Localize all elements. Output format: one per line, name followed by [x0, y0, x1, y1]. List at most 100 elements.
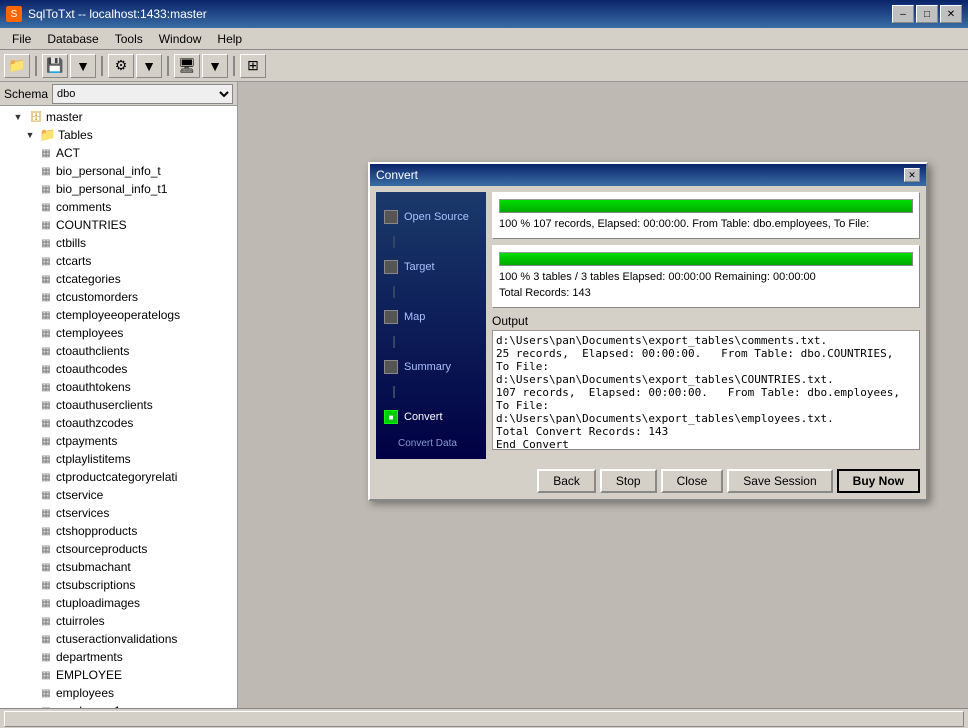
list-item[interactable]: ▦ ctcarts: [2, 252, 235, 270]
list-item[interactable]: ▦ ctoauthclients: [2, 342, 235, 360]
table-icon: ▦: [38, 253, 54, 269]
list-item[interactable]: ▦ ctemployeeoperatelogs: [2, 306, 235, 324]
save-session-button[interactable]: Save Session: [727, 469, 832, 493]
stop-button[interactable]: Stop: [600, 469, 657, 493]
table-icon: ▦: [38, 523, 54, 539]
toolbar-btn4[interactable]: ⚙: [108, 54, 134, 78]
table-icon: ▦: [38, 199, 54, 215]
database-icon: 🗄: [28, 109, 44, 125]
list-item[interactable]: ▦ ctoauthtokens: [2, 378, 235, 396]
schema-select[interactable]: dbo: [52, 84, 233, 104]
menu-window[interactable]: Window: [151, 30, 210, 48]
toolbar-btn7[interactable]: ▼: [202, 54, 228, 78]
progress-section-1: 100 % 107 records, Elapsed: 00:00:00. Fr…: [492, 192, 920, 239]
button-row: Back Stop Close Save Session Buy Now: [370, 465, 926, 499]
progress-bar-container-1: [499, 199, 913, 213]
menu-database[interactable]: Database: [39, 30, 106, 48]
list-item[interactable]: ▦ ACT: [2, 144, 235, 162]
list-item[interactable]: ▦ EMPLOYEE: [2, 666, 235, 684]
list-item[interactable]: ▦ comments: [2, 198, 235, 216]
list-item[interactable]: ▦ ctsourceproducts: [2, 540, 235, 558]
list-item[interactable]: ▦ ctuseractionvalidations: [2, 630, 235, 648]
list-item[interactable]: ▦ employees: [2, 684, 235, 702]
output-textarea[interactable]: [492, 330, 920, 450]
list-item[interactable]: ▦ ctservices: [2, 504, 235, 522]
schema-bar: Schema dbo: [0, 82, 237, 106]
wizard-step-summary[interactable]: Summary: [376, 352, 486, 382]
toolbar-btn6[interactable]: 🖥: [174, 54, 200, 78]
table-icon: ▦: [38, 559, 54, 575]
schema-label: Schema: [4, 87, 48, 101]
list-item[interactable]: ▦ bio_personal_info_t: [2, 162, 235, 180]
table-icon: ▦: [38, 469, 54, 485]
list-item[interactable]: ▦ ctpayments: [2, 432, 235, 450]
list-item[interactable]: ▦ ctoauthuserclients: [2, 396, 235, 414]
list-item[interactable]: ▦ bio_personal_info_t1: [2, 180, 235, 198]
content-panel: 100 % 107 records, Elapsed: 00:00:00. Fr…: [492, 192, 920, 459]
list-item[interactable]: ▦ ctplaylistitems: [2, 450, 235, 468]
back-button[interactable]: Back: [537, 469, 596, 493]
list-item[interactable]: ▦ ctsubscriptions: [2, 576, 235, 594]
toolbar-btn5[interactable]: ▼: [136, 54, 162, 78]
list-item[interactable]: ▦ ctcategories: [2, 270, 235, 288]
toolbar-grid-btn[interactable]: ⊞: [240, 54, 266, 78]
progress-section-2: 100 % 3 tables / 3 tables Elapsed: 00:00…: [492, 245, 920, 308]
sidebar: Schema dbo ▼ 🗄 master ▼ 📁 Tables ▦ ACT: [0, 82, 238, 708]
menu-tools[interactable]: Tools: [107, 30, 151, 48]
step-indicator-open-source: [384, 210, 398, 224]
title-bar-controls: – □ ✕: [892, 5, 962, 23]
table-icon: ▦: [38, 433, 54, 449]
maximize-button[interactable]: □: [916, 5, 938, 23]
menu-file[interactable]: File: [4, 30, 39, 48]
list-item[interactable]: ▦ COUNTRIES: [2, 216, 235, 234]
progress-text-2: 100 % 3 tables / 3 tables Elapsed: 00:00…: [499, 270, 913, 301]
window-title: SqlToTxt -- localhost:1433:master: [28, 7, 207, 21]
dialog-close-button[interactable]: ✕: [904, 168, 920, 182]
tree-tables-expand-icon: ▼: [22, 127, 38, 143]
tree-expand-icon: ▼: [10, 109, 26, 125]
list-item[interactable]: ▦ ctoauthzcodes: [2, 414, 235, 432]
step-indicator-target: [384, 260, 398, 274]
list-item[interactable]: ▦ ctbills: [2, 234, 235, 252]
list-item[interactable]: ▦ ctcustomorders: [2, 288, 235, 306]
modal-overlay: Convert ✕ Open Source: [238, 82, 968, 708]
list-item[interactable]: ▦ ctuploadimages: [2, 594, 235, 612]
toolbar-open-btn[interactable]: 📁: [4, 54, 30, 78]
table-icon: ▦: [38, 505, 54, 521]
list-item[interactable]: ▦ ctproductcategoryrelati: [2, 468, 235, 486]
content-area: Convert ✕ Open Source: [238, 82, 968, 708]
table-icon: ▦: [38, 271, 54, 287]
menu-bar: File Database Tools Window Help: [0, 28, 968, 50]
menu-help[interactable]: Help: [209, 30, 250, 48]
title-bar: S SqlToTxt -- localhost:1433:master – □ …: [0, 0, 968, 28]
list-item[interactable]: ▦ ctsubmachant: [2, 558, 235, 576]
wizard-panel: Open Source Target Map: [376, 192, 486, 459]
list-item[interactable]: ▦ ctuirroles: [2, 612, 235, 630]
toolbar-btn2[interactable]: 💾: [42, 54, 68, 78]
wizard-step-convert[interactable]: ■ Convert: [376, 402, 486, 432]
wizard-step-target[interactable]: Target: [376, 252, 486, 282]
table-icon: ▦: [38, 541, 54, 557]
table-icon: ▦: [38, 163, 54, 179]
step-indicator-map: [384, 310, 398, 324]
toolbar: 📁 💾 ▼ ⚙ ▼ 🖥 ▼ ⊞: [0, 50, 968, 82]
close-button[interactable]: Close: [661, 469, 724, 493]
list-item[interactable]: ▦ ctoauthcodes: [2, 360, 235, 378]
list-item[interactable]: ▦ ctemployees: [2, 324, 235, 342]
progress-bar-1: [500, 200, 912, 212]
list-item[interactable]: ▦ ctservice: [2, 486, 235, 504]
minimize-button[interactable]: –: [892, 5, 914, 23]
table-icon: ▦: [38, 451, 54, 467]
list-item[interactable]: ▦ departments: [2, 648, 235, 666]
wizard-connector: [393, 236, 395, 248]
wizard-step-map[interactable]: Map: [376, 302, 486, 332]
toolbar-btn3[interactable]: ▼: [70, 54, 96, 78]
tree-tables-folder[interactable]: ▼ 📁 Tables: [2, 126, 235, 144]
table-icon: ▦: [38, 631, 54, 647]
tree-root[interactable]: ▼ 🗄 master: [2, 108, 235, 126]
table-icon: ▦: [38, 415, 54, 431]
list-item[interactable]: ▦ ctshopproducts: [2, 522, 235, 540]
close-button[interactable]: ✕: [940, 5, 962, 23]
wizard-step-open-source[interactable]: Open Source: [376, 202, 486, 232]
buy-now-button[interactable]: Buy Now: [837, 469, 920, 493]
